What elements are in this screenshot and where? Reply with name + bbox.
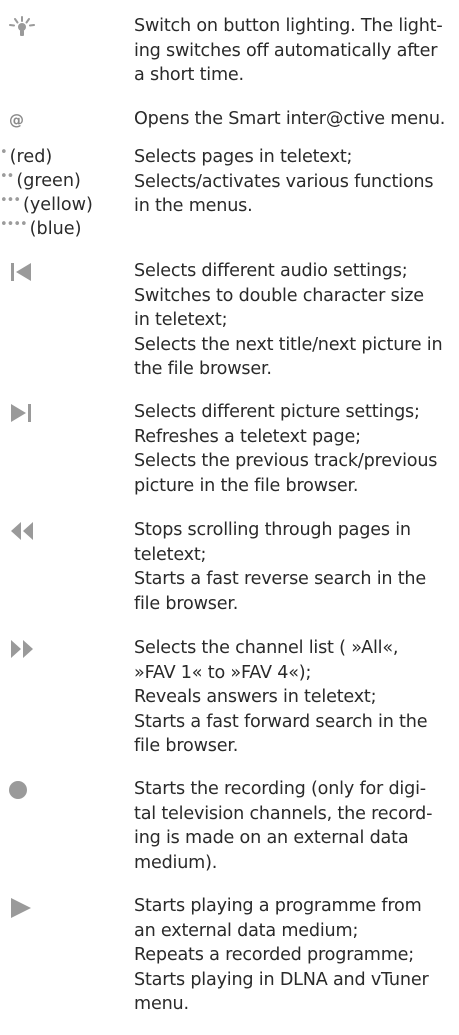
entry-description: Selects pages in teletext; Selects/activ… — [134, 147, 434, 216]
entry-description: Switch on button lighting. The light- in… — [134, 16, 443, 85]
entry-description: Starts the recording (only for digi- tal… — [134, 779, 433, 873]
dots-icon: •••• — [0, 217, 28, 232]
red-button-label: • (red) — [0, 145, 53, 167]
entry-description: Starts playing a programme from an exter… — [134, 896, 429, 1014]
dots-icon: • — [0, 145, 8, 160]
dots-icon: ••• — [0, 193, 21, 208]
manual-page: { "entries": [ {"icon":"lighting-icon","… — [0, 0, 459, 1035]
green-button-label: •• (green) — [0, 169, 81, 191]
entry-description: Selects different audio settings; Switch… — [134, 261, 443, 379]
play-icon — [9, 898, 33, 918]
blue-button-label: •••• (blue) — [0, 217, 82, 239]
yellow-button-label: ••• (yellow) — [0, 193, 93, 215]
record-icon — [8, 780, 28, 800]
rewind-icon — [9, 522, 35, 540]
color-button-labels: • (red) •• (green) ••• (yellow) •••• (blue) — [0, 145, 93, 242]
entry-description: Opens the Smart inter@ctive menu. — [134, 109, 446, 129]
dots-icon: •• — [0, 169, 14, 184]
lighting-icon — [9, 16, 35, 38]
skip-forward-icon — [9, 404, 33, 422]
entry-description: Selects different picture settings; Refr… — [134, 402, 438, 496]
fast-forward-icon — [9, 640, 35, 658]
entry-description: Selects the channel list ( »All«, »FAV 1… — [134, 638, 428, 756]
at-icon: @ — [9, 111, 24, 129]
skip-back-icon — [9, 263, 33, 281]
entry-description: Stops scrolling through pages in teletex… — [134, 520, 427, 614]
